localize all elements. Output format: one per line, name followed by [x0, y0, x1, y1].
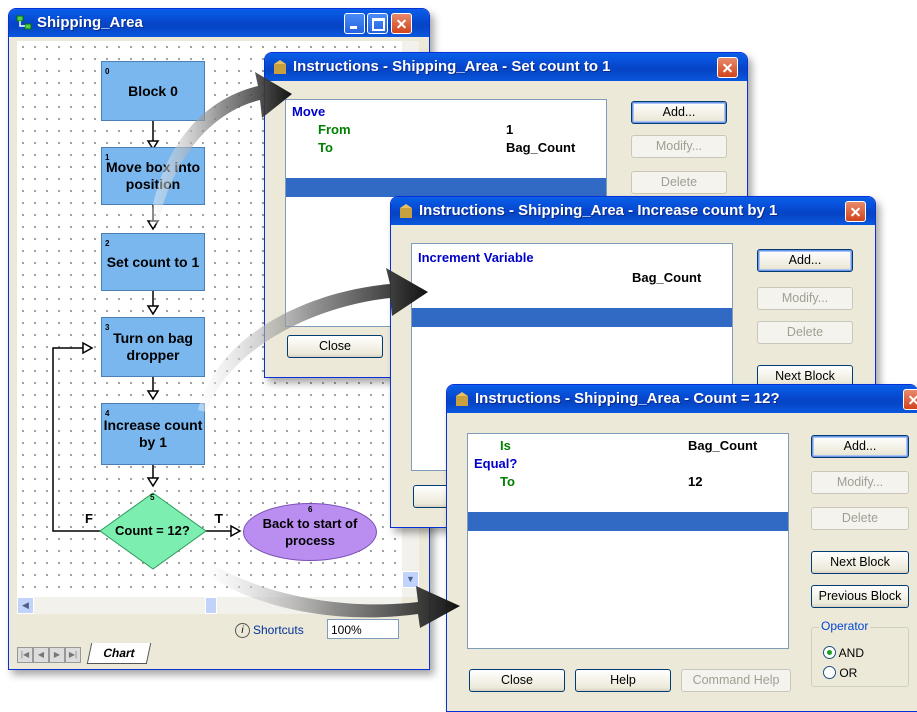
dialog3-modify-button[interactable]: Modify...: [811, 471, 909, 494]
dialog3-help-button[interactable]: Help: [575, 669, 671, 692]
dialog2-value: Bag_Count: [632, 270, 702, 285]
instructions-icon: [456, 392, 468, 406]
dialog3-titlebar[interactable]: Instructions - Shipping_Area - Count = 1…: [447, 385, 917, 413]
dialog3-previous-block-button[interactable]: Previous Block: [811, 585, 909, 608]
scroll-down-button[interactable]: ▼: [402, 571, 419, 588]
tab-nav-next[interactable]: ▶: [49, 647, 65, 663]
dialog3-instruction-list[interactable]: Is Bag_Count Equal? To 12: [467, 433, 789, 649]
operator-or-radio[interactable]: OR: [823, 665, 857, 681]
block-6-label: Back to start of process: [262, 516, 358, 548]
dialog2-close-icon[interactable]: [845, 201, 866, 222]
dialog3-delete-button[interactable]: Delete: [811, 507, 909, 530]
block-4[interactable]: 4 Increase count by 1: [101, 403, 205, 465]
zoom-field[interactable]: 100%: [327, 619, 399, 639]
operator-or-label: OR: [839, 666, 858, 680]
tab-nav-first[interactable]: |◀: [17, 647, 33, 663]
dialog1-to-value: Bag_Count: [506, 140, 576, 155]
maximize-button[interactable]: [367, 13, 388, 34]
dialog3-close-icon[interactable]: [903, 389, 917, 410]
instructions-icon: [274, 60, 286, 74]
dialog1-instruction: Move: [292, 104, 326, 119]
dialog3-to-value: 12: [688, 474, 703, 489]
dialog3-add-button[interactable]: Add...: [811, 435, 909, 458]
operator-and-radio[interactable]: AND: [823, 645, 864, 661]
close-button[interactable]: [391, 13, 412, 34]
dialog3-to-label: To: [500, 474, 515, 489]
dialog2-delete-button[interactable]: Delete: [757, 321, 853, 344]
dialog3-close-button[interactable]: Close: [469, 669, 565, 692]
dialog1-title: Instructions - Shipping_Area - Set count…: [293, 58, 611, 75]
dialog1-to-label: To: [318, 140, 333, 155]
block-3[interactable]: 3 Turn on bag dropper: [101, 317, 205, 377]
minimize-button[interactable]: [344, 13, 365, 34]
dialog3-equal-label: Equal?: [474, 456, 518, 471]
dialog2-title: Instructions - Shipping_Area - Increase …: [419, 202, 778, 219]
tab-chart[interactable]: Chart: [86, 643, 152, 664]
info-icon: i: [235, 623, 250, 638]
dialog2-add-button[interactable]: Add...: [757, 249, 853, 272]
branch-false-label: F: [85, 511, 93, 526]
instructions-icon: [400, 204, 412, 218]
operator-and-label: AND: [838, 646, 865, 660]
dialog1-from-value: 1: [506, 122, 514, 137]
dialog1-delete-button[interactable]: Delete: [631, 171, 727, 194]
dialog1-close-icon[interactable]: [717, 57, 738, 78]
dialog3-next-block-button[interactable]: Next Block: [811, 551, 909, 574]
radio-unselected-icon: [823, 666, 836, 679]
dialog3-is-value: Bag_Count: [688, 438, 758, 453]
tab-nav-last[interactable]: ▶|: [65, 647, 81, 663]
main-window-title: Shipping_Area: [37, 14, 143, 31]
dialog1-from-label: From: [318, 122, 351, 137]
dialog3-command-help-button[interactable]: Command Help: [681, 669, 791, 692]
dialog3-selected-row[interactable]: [468, 512, 788, 531]
dialog2-modify-button[interactable]: Modify...: [757, 287, 853, 310]
dialog2-selected-row[interactable]: [412, 308, 732, 327]
branch-true-label: T: [215, 511, 223, 526]
dialog-count-equals: Instructions - Shipping_Area - Count = 1…: [446, 384, 917, 712]
block-1[interactable]: 1 Move box into position: [101, 147, 205, 205]
dialog1-close-button[interactable]: Close: [287, 335, 383, 358]
dialog1-modify-button[interactable]: Modify...: [631, 135, 727, 158]
scroll-thumb[interactable]: [205, 597, 217, 614]
block-6-number: 6: [308, 505, 313, 514]
main-titlebar[interactable]: Shipping_Area: [9, 9, 429, 37]
decision-label: Count = 12?: [115, 523, 190, 538]
dialog1-selected-row[interactable]: [286, 178, 606, 197]
block-2[interactable]: 2 Set count to 1: [101, 233, 205, 291]
dialog2-titlebar[interactable]: Instructions - Shipping_Area - Increase …: [391, 197, 875, 225]
block-0[interactable]: 0 Block 0: [101, 61, 205, 121]
operator-label: Operator: [819, 619, 871, 633]
dialog2-instruction: Increment Variable: [418, 250, 534, 265]
dialog1-add-button[interactable]: Add...: [631, 101, 727, 124]
dialog1-titlebar[interactable]: Instructions - Shipping_Area - Set count…: [265, 53, 747, 81]
tab-nav-prev[interactable]: ◀: [33, 647, 49, 663]
dialog3-title: Instructions - Shipping_Area - Count = 1…: [475, 390, 780, 407]
flowchart-app-icon: [16, 15, 32, 30]
radio-selected-icon: [823, 646, 836, 659]
shortcuts-link[interactable]: Shortcuts: [253, 623, 304, 637]
decision-number: 5: [150, 493, 155, 502]
scroll-left-button[interactable]: ◀: [17, 597, 34, 614]
dialog3-is-label: Is: [500, 438, 511, 453]
